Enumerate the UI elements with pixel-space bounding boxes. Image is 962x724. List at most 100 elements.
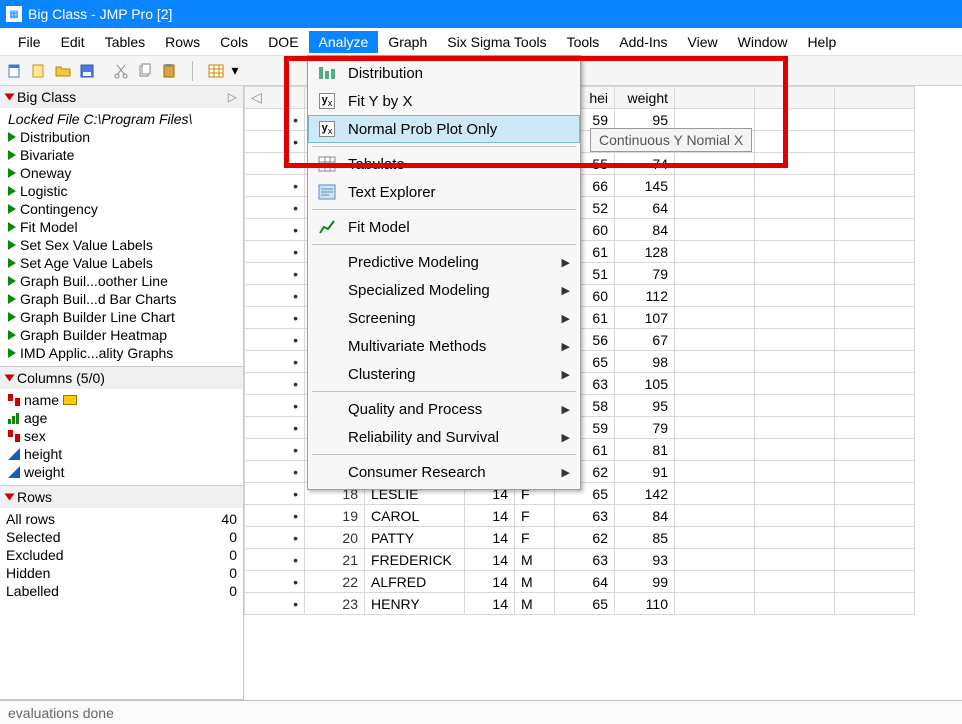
menu-rows[interactable]: Rows [155,31,210,53]
row-state[interactable]: • [245,461,305,483]
row-number[interactable]: 23 [305,593,365,615]
cell-age[interactable]: 14 [465,505,515,527]
row-state[interactable]: • [245,549,305,571]
cell-weight[interactable]: 79 [615,263,675,285]
table-row[interactable]: •20PATTY14F6285 [245,527,915,549]
cell-weight[interactable]: 91 [615,461,675,483]
cell-weight[interactable]: 81 [615,439,675,461]
cell-weight[interactable]: 110 [615,593,675,615]
tool-paste[interactable] [158,60,180,82]
script-item[interactable]: Set Age Value Labels [4,254,239,272]
rows-stat[interactable]: Labelled0 [6,582,237,600]
menu-item-fit-model[interactable]: Fit Model [308,213,580,241]
cell-weight[interactable]: 85 [615,527,675,549]
menu-item-fit-y-by-x[interactable]: yxFit Y by X [308,87,580,115]
menu-window[interactable]: Window [728,31,798,53]
script-item[interactable]: Logistic [4,182,239,200]
panel-arrow-icon[interactable]: ▷ [228,90,237,104]
row-number[interactable]: 22 [305,571,365,593]
row-state[interactable]: • [245,395,305,417]
menu-item-multivariate-methods[interactable]: Multivariate Methods▶ [308,332,580,360]
cell-sex[interactable]: M [515,593,555,615]
row-state[interactable]: • [245,373,305,395]
row-state[interactable]: • [245,571,305,593]
rows-stat[interactable]: Hidden0 [6,564,237,582]
cell-weight[interactable]: 128 [615,241,675,263]
cell-weight[interactable]: 74 [615,153,675,175]
cell-weight[interactable]: 93 [615,549,675,571]
row-state[interactable]: • [245,593,305,615]
row-number[interactable]: 20 [305,527,365,549]
menu-item-text-explorer[interactable]: Text Explorer [308,178,580,206]
cell-weight[interactable]: 107 [615,307,675,329]
row-state[interactable]: • [245,285,305,307]
script-item[interactable]: Set Sex Value Labels [4,236,239,254]
rows-stat[interactable]: Excluded0 [6,546,237,564]
cell-weight[interactable]: 112 [615,285,675,307]
row-state[interactable]: • [245,219,305,241]
cell-weight[interactable]: 84 [615,505,675,527]
tool-new-data[interactable] [4,60,26,82]
cell-sex[interactable]: F [515,505,555,527]
cell-weight[interactable]: 99 [615,571,675,593]
table-row[interactable]: •23HENRY14M65110 [245,593,915,615]
cell-height[interactable]: 63 [555,549,615,571]
tool-copy[interactable] [134,60,156,82]
cell-height[interactable]: 62 [555,527,615,549]
script-item[interactable]: IMD Applic...ality Graphs [4,344,239,362]
column-item-height[interactable]: height [4,445,239,463]
row-state[interactable]: • [245,109,305,131]
column-item-name[interactable]: name [4,391,239,409]
table-row[interactable]: •22ALFRED14M6499 [245,571,915,593]
tool-cut[interactable] [110,60,132,82]
row-number[interactable]: 19 [305,505,365,527]
tool-save[interactable] [76,60,98,82]
cell-age[interactable]: 14 [465,571,515,593]
cell-weight[interactable]: 67 [615,329,675,351]
menu-item-screening[interactable]: Screening▶ [308,304,580,332]
row-state[interactable]: • [245,263,305,285]
menu-item-predictive-modeling[interactable]: Predictive Modeling▶ [308,248,580,276]
menu-edit[interactable]: Edit [51,31,95,53]
columns-panel-header[interactable]: Columns (5/0) [0,367,243,389]
cell-sex[interactable]: M [515,571,555,593]
row-state[interactable]: • [245,307,305,329]
script-item[interactable]: Distribution [4,128,239,146]
cell-sex[interactable]: F [515,527,555,549]
cell-age[interactable]: 14 [465,527,515,549]
cell-name[interactable]: CAROL [365,505,465,527]
menu-tables[interactable]: Tables [95,31,155,53]
row-state[interactable]: • [245,351,305,373]
row-state[interactable]: • [245,417,305,439]
menu-item-reliability-and-survival[interactable]: Reliability and Survival▶ [308,423,580,451]
script-item[interactable]: Graph Buil...oother Line [4,272,239,290]
menu-view[interactable]: View [678,31,728,53]
table-row[interactable]: •19CAROL14F6384 [245,505,915,527]
script-item[interactable]: Graph Builder Heatmap [4,326,239,344]
script-item[interactable]: Oneway [4,164,239,182]
menu-help[interactable]: Help [797,31,846,53]
row-state[interactable]: • [245,175,305,197]
menu-item-distribution[interactable]: Distribution [308,59,580,87]
row-state[interactable]: • [245,527,305,549]
row-state[interactable]: • [245,153,305,175]
menu-item-consumer-research[interactable]: Consumer Research▶ [308,458,580,486]
menu-item-quality-and-process[interactable]: Quality and Process▶ [308,395,580,423]
rows-stat[interactable]: Selected0 [6,528,237,546]
rows-stat[interactable]: All rows40 [6,510,237,528]
cell-height[interactable]: 64 [555,571,615,593]
tool-new-script[interactable] [28,60,50,82]
menu-tools[interactable]: Tools [557,31,610,53]
menu-file[interactable]: File [8,31,51,53]
script-item[interactable]: Bivariate [4,146,239,164]
cell-name[interactable]: HENRY [365,593,465,615]
row-state[interactable]: • [245,197,305,219]
col-header-weight[interactable]: weight [615,87,675,109]
row-state[interactable]: • [245,505,305,527]
tool-open[interactable] [52,60,74,82]
menu-cols[interactable]: Cols [210,31,258,53]
menu-analyze[interactable]: Analyze [309,31,379,53]
cell-name[interactable]: PATTY [365,527,465,549]
row-state[interactable]: • [245,439,305,461]
column-item-sex[interactable]: sex [4,427,239,445]
